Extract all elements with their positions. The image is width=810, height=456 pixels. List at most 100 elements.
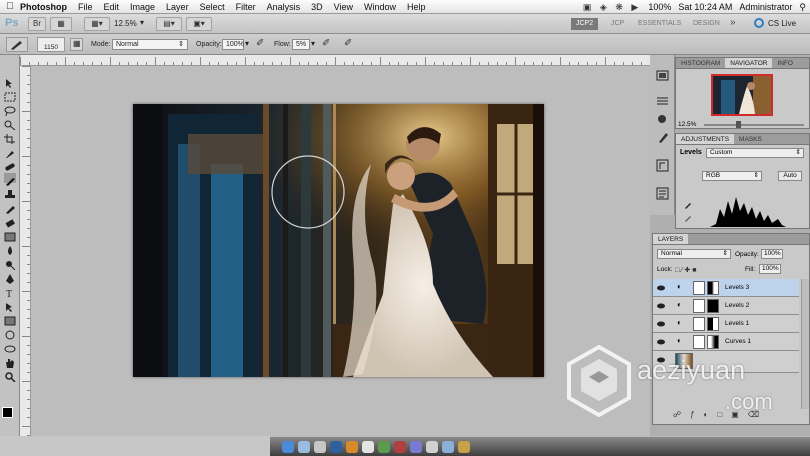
auto-button[interactable]: Auto xyxy=(778,171,802,181)
workspace-essentials[interactable]: ESSENTIALS xyxy=(633,18,686,30)
3d-rotate-tool[interactable] xyxy=(4,327,16,340)
layer-opacity-field[interactable]: 100% xyxy=(761,249,783,259)
zoom-level[interactable]: 12.5% xyxy=(114,19,137,28)
layer-mask-thumbnail[interactable] xyxy=(707,299,719,313)
blend-mode-select[interactable]: Normal ⇕ xyxy=(657,249,731,259)
quick-select-tool[interactable] xyxy=(4,117,16,131)
menu-window[interactable]: Window xyxy=(364,2,396,12)
workspace-design[interactable]: DESIGN xyxy=(688,18,725,30)
dodge-tool[interactable] xyxy=(4,257,16,271)
layer-row-levels-3[interactable]: ◐ Levels 3 xyxy=(653,279,799,297)
app-icon[interactable] xyxy=(394,441,406,453)
layer-mask-thumbnail[interactable] xyxy=(693,281,705,295)
channel-select[interactable]: RGB ⇕ xyxy=(702,171,762,181)
3d-orbit-tool[interactable] xyxy=(4,341,16,353)
history-brush-tool[interactable] xyxy=(4,201,16,214)
layer-name[interactable]: Curves 1 xyxy=(725,338,751,345)
crop-tool[interactable] xyxy=(4,131,16,144)
layers-scrollbar[interactable] xyxy=(801,279,809,409)
layer-mask-thumbnail[interactable] xyxy=(693,335,705,349)
lock-icons[interactable]: □⁄✚■ xyxy=(675,266,699,274)
navigator-zoom[interactable]: 12.5% xyxy=(678,121,696,128)
eye-icon[interactable] xyxy=(657,320,665,328)
gradient-tool[interactable] xyxy=(4,229,16,242)
layers-footer-icons[interactable]: ☍ƒ◐□▣⌫ xyxy=(673,410,768,419)
clone-source-panel-icon[interactable] xyxy=(656,113,669,126)
bridge-button[interactable]: Br xyxy=(28,17,46,31)
bridge-dock-icon[interactable] xyxy=(346,441,358,453)
app-icon[interactable] xyxy=(458,441,470,453)
preview-icon[interactable] xyxy=(362,441,374,453)
opacity-dropdown-icon[interactable]: ▾ xyxy=(245,39,249,48)
marquee-tool[interactable] xyxy=(4,89,16,102)
wedding-photo[interactable] xyxy=(133,104,544,377)
menu-layer[interactable]: Layer xyxy=(166,2,189,12)
clock[interactable]: Sat 10:24 AM xyxy=(678,2,732,12)
eyedropper-tool[interactable] xyxy=(4,145,16,158)
tab-histogram[interactable]: HISTOGRAM xyxy=(676,58,725,68)
background-layer-thumbnail[interactable] xyxy=(675,353,693,369)
eye-icon[interactable] xyxy=(657,284,665,292)
layer-mask-thumbnail[interactable] xyxy=(707,281,719,295)
more-workspaces[interactable]: » xyxy=(730,17,736,28)
airbrush-icon[interactable]: ✐ xyxy=(322,38,330,49)
arrange-documents-button[interactable]: ▤▾ xyxy=(156,17,182,31)
navigator-zoom-slider[interactable] xyxy=(704,124,804,126)
tab-navigator[interactable]: NAVIGATOR xyxy=(725,58,773,68)
tool-preset-picker[interactable] xyxy=(6,37,28,52)
layer-row-background[interactable] xyxy=(653,351,799,373)
menu-filter[interactable]: Filter xyxy=(236,2,256,12)
minibridge-button[interactable]: ▦ xyxy=(50,17,72,31)
shape-tool[interactable] xyxy=(4,313,16,326)
paragraph-panel-icon[interactable] xyxy=(656,187,669,200)
menu-analysis[interactable]: Analysis xyxy=(267,2,301,12)
move-tool[interactable] xyxy=(4,75,16,88)
layer-mask-thumbnail[interactable] xyxy=(693,317,705,331)
layer-row-levels-1[interactable]: ◐ Levels 1 xyxy=(653,315,799,333)
navigator-zoom-handle[interactable] xyxy=(736,121,741,128)
layer-row-levels-2[interactable]: ◐ Levels 2 xyxy=(653,297,799,315)
navigator-preview[interactable] xyxy=(711,74,773,116)
cs-live-icon[interactable] xyxy=(754,18,764,28)
opacity-field[interactable]: 100% xyxy=(222,39,244,50)
tab-layers[interactable]: LAYERS xyxy=(653,234,689,244)
screen-mode-button[interactable]: ▣▾ xyxy=(186,17,212,31)
lasso-tool[interactable] xyxy=(4,103,16,117)
fill-field[interactable]: 100% xyxy=(759,264,781,274)
battery-percent[interactable]: 100% xyxy=(648,2,671,12)
layer-name[interactable]: Levels 2 xyxy=(725,302,749,309)
finder-icon[interactable] xyxy=(282,441,294,453)
zoom-dropdown-icon[interactable]: ▾ xyxy=(140,18,144,27)
tab-masks[interactable]: MASKS xyxy=(734,134,767,144)
type-tool[interactable]: T xyxy=(4,285,16,300)
workspace-jcp2[interactable]: JCP2 xyxy=(571,18,599,30)
eye-icon[interactable] xyxy=(657,356,665,364)
brush-tool[interactable] xyxy=(4,173,16,186)
app-icon[interactable] xyxy=(442,441,454,453)
tab-adjustments[interactable]: ADJUSTMENTS xyxy=(676,134,735,144)
pressure-size-icon[interactable]: ✐ xyxy=(344,38,352,49)
menu-view[interactable]: View xyxy=(334,2,353,12)
eye-icon[interactable] xyxy=(657,302,665,310)
tab-info[interactable]: INFO xyxy=(772,58,798,68)
app-icon[interactable] xyxy=(426,441,438,453)
pressure-opacity-icon[interactable]: ✐ xyxy=(256,38,264,49)
eye-icon[interactable] xyxy=(657,338,665,346)
mail-icon[interactable] xyxy=(298,441,310,453)
spotlight-icon[interactable]: ⚲ xyxy=(799,2,806,13)
layer-name[interactable]: Levels 3 xyxy=(725,284,749,291)
layer-mask-thumbnail[interactable] xyxy=(693,299,705,313)
safari-icon[interactable] xyxy=(314,441,326,453)
gray-point-eyedropper-icon[interactable] xyxy=(684,209,692,222)
healing-brush-tool[interactable] xyxy=(4,159,16,171)
layer-row-curves-1[interactable]: ◐ Curves 1 xyxy=(653,333,799,351)
app-icon[interactable] xyxy=(410,441,422,453)
menu-help[interactable]: Help xyxy=(407,2,426,12)
blur-tool[interactable] xyxy=(4,243,16,255)
levels-preset-select[interactable]: Custom ⇕ xyxy=(706,148,804,158)
actions-panel-icon[interactable] xyxy=(656,95,669,108)
layer-name[interactable]: Levels 1 xyxy=(725,320,749,327)
brush-panel-toggle[interactable]: ▦ xyxy=(70,38,83,51)
menu-3d[interactable]: 3D xyxy=(311,2,323,12)
menu-edit[interactable]: Edit xyxy=(104,2,120,12)
